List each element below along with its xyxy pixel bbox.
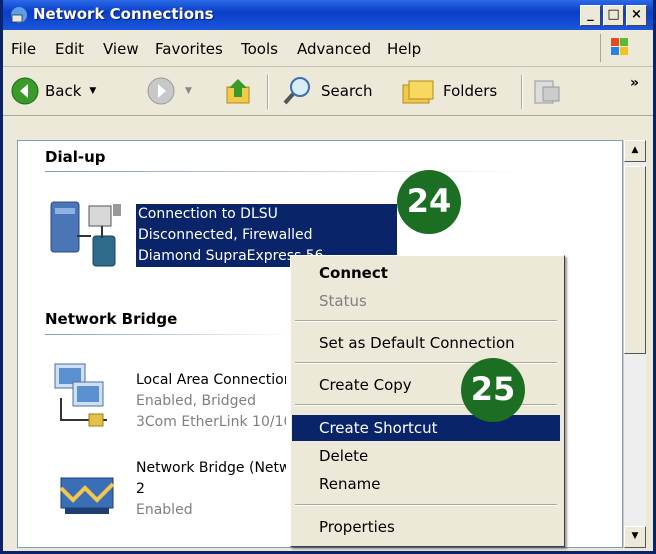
forward-arrow-icon — [147, 77, 175, 105]
menu-edit[interactable]: Edit — [55, 40, 84, 58]
search-button[interactable]: Search — [281, 75, 373, 107]
menu-item-delete[interactable]: Delete — [292, 443, 560, 469]
back-arrow-icon — [11, 77, 39, 105]
window-title: Network Connections — [33, 5, 214, 23]
context-menu: Connect Status Set as Default Connection… — [290, 255, 565, 547]
forward-button[interactable]: ▼ — [147, 77, 192, 105]
scroll-thumb[interactable] — [624, 166, 646, 354]
menu-file[interactable]: File — [11, 40, 36, 58]
menu-item-connect[interactable]: Connect — [292, 260, 560, 286]
views-icon — [534, 80, 560, 104]
maximize-button[interactable]: □ — [603, 5, 624, 26]
back-label: Back — [45, 82, 82, 100]
folders-icon — [402, 80, 434, 104]
menu-item-set-default[interactable]: Set as Default Connection — [292, 330, 560, 356]
network-connections-icon — [11, 7, 27, 23]
up-folder-icon — [226, 79, 250, 104]
up-folder-button[interactable] — [223, 75, 255, 107]
minimize-button[interactable]: _ — [580, 5, 601, 26]
menu-item-create-shortcut[interactable]: Create Shortcut — [292, 415, 560, 441]
menu-view[interactable]: View — [103, 40, 139, 58]
folders-label: Folders — [443, 82, 498, 100]
window: Network Connections _ □ × File Edit View… — [0, 0, 656, 554]
menu-tools[interactable]: Tools — [241, 40, 278, 58]
step-badge-25: 25 — [461, 358, 525, 422]
forward-dropdown-icon[interactable]: ▼ — [185, 86, 192, 96]
scroll-down-icon[interactable]: ▼ — [624, 526, 646, 548]
menu-bar: File Edit View Favorites Tools Advanced … — [3, 30, 653, 67]
close-button[interactable]: × — [626, 5, 647, 26]
toolbar: Back ▼ ▼ Search Folders » — [3, 67, 653, 116]
menu-help[interactable]: Help — [387, 40, 421, 58]
title-bar[interactable]: Network Connections _ □ × — [3, 0, 653, 30]
menu-item-status[interactable]: Status — [292, 288, 560, 314]
menu-favorites[interactable]: Favorites — [155, 40, 223, 58]
windows-logo-icon — [600, 34, 639, 62]
scroll-up-icon[interactable]: ▲ — [624, 140, 646, 162]
menu-advanced[interactable]: Advanced — [297, 40, 371, 58]
toolbar-more-icon[interactable]: » — [630, 75, 639, 91]
folders-button[interactable]: Folders — [401, 75, 497, 107]
views-button[interactable] — [531, 75, 567, 107]
back-dropdown-icon[interactable]: ▼ — [89, 86, 96, 96]
search-icon — [283, 77, 310, 105]
vertical-scrollbar[interactable]: ▲ ▼ — [623, 140, 646, 548]
menu-item-properties[interactable]: Properties — [292, 514, 560, 540]
step-badge-24: 24 — [397, 170, 461, 234]
menu-item-rename[interactable]: Rename — [292, 471, 560, 497]
back-button[interactable]: Back ▼ — [11, 77, 96, 105]
search-label: Search — [321, 82, 373, 100]
